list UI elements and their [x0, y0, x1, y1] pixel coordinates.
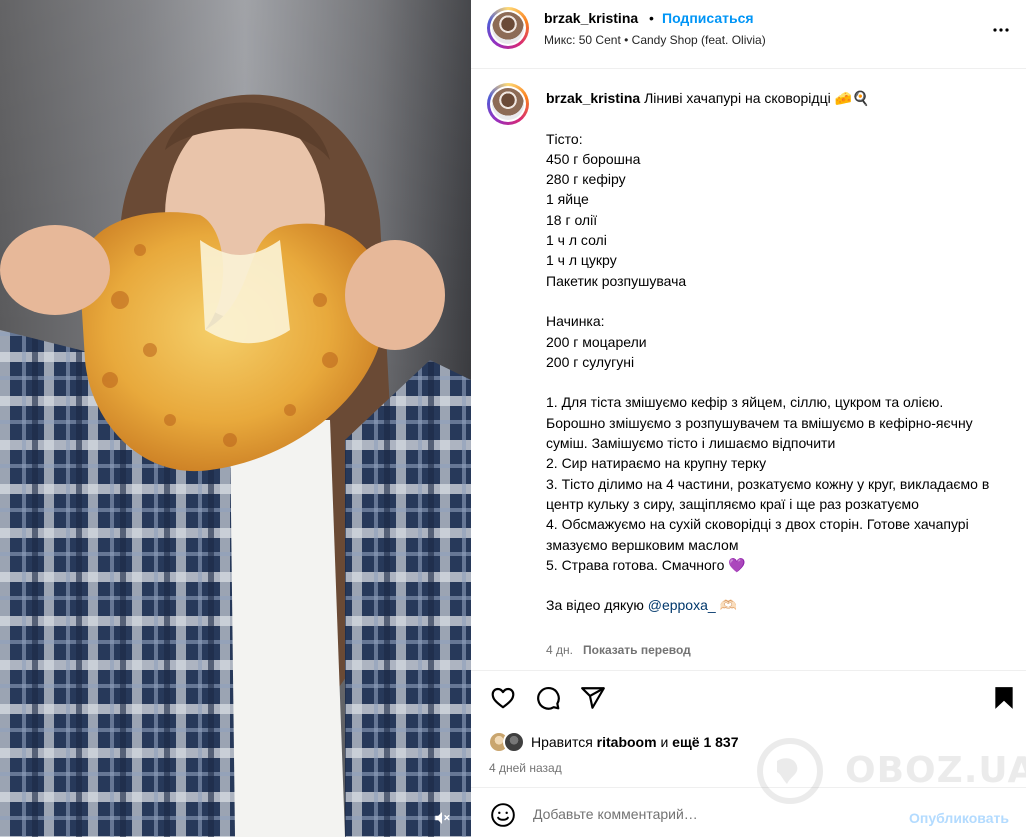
caption-line: 450 г борошна	[546, 150, 641, 167]
author-avatar[interactable]	[487, 7, 529, 49]
caption-meta: 4 дн. Показать перевод	[546, 643, 691, 657]
caption-line	[546, 372, 1006, 392]
video-frame-illustration	[0, 94, 471, 837]
caption-line	[546, 291, 1006, 311]
caption-line: Тісто:	[546, 130, 583, 147]
likes-text: Нравится ritaboom и ещё 1 837	[531, 734, 739, 750]
audio-track-link[interactable]: Микс: 50 Cent • Candy Shop (feat. Olivia…	[544, 33, 766, 47]
caption-line: 200 г сулугуні	[546, 353, 635, 370]
caption-line: 200 г моцарели	[546, 333, 647, 350]
like-button[interactable]	[490, 685, 518, 713]
caption-line: 1 ч л солі	[546, 232, 607, 249]
emoji-picker-button[interactable]	[490, 802, 516, 828]
speaker-muted-icon	[435, 812, 450, 824]
post-caption: brzak_kristina Ліниві хачапурі на сковор…	[471, 69, 1026, 670]
publish-button[interactable]: Опубликовать	[909, 810, 1009, 826]
caption-author-avatar[interactable]	[487, 83, 529, 125]
heart-icon	[491, 687, 515, 709]
caption-line	[546, 108, 1006, 128]
author-username[interactable]: brzak_kristina	[544, 10, 638, 26]
caption-line: Начинка:	[546, 313, 605, 330]
smiley-icon	[491, 803, 515, 827]
paper-plane-icon	[581, 687, 605, 709]
caption-line: 3. Тісто ділимо на 4 частини, розкатуємо…	[546, 475, 994, 512]
caption-line: 1 яйце	[546, 191, 589, 208]
caption-line: 18 г олії	[546, 211, 598, 228]
comment-bubble-icon	[537, 687, 560, 710]
liker-avatar[interactable]	[503, 731, 525, 753]
caption-title: Ліниві хачапурі на сковорідці 🧀🍳	[644, 90, 870, 106]
mute-button[interactable]	[428, 806, 456, 830]
caption-line	[546, 575, 1006, 595]
post-video[interactable]	[0, 0, 471, 837]
share-button[interactable]	[580, 685, 608, 713]
post-header: brzak_kristina • Подписаться Микс: 50 Ce…	[471, 0, 1026, 69]
caption-age: 4 дн.	[546, 643, 573, 657]
ellipsis-icon	[993, 28, 1009, 32]
more-options-button[interactable]	[989, 18, 1013, 42]
caption-line: 1. Для тіста змішуємо кефір з яйцем, сіл…	[546, 394, 977, 452]
separator-dot: •	[649, 10, 654, 26]
bookmark-icon	[995, 687, 1013, 709]
save-button[interactable]	[991, 685, 1019, 713]
mention-link[interactable]: @eppoxa_	[648, 597, 716, 613]
caption-author-username[interactable]: brzak_kristina	[546, 90, 640, 106]
thanks-text: За відео дякую	[546, 597, 648, 614]
add-comment-bar: Опубликовать	[471, 787, 1026, 837]
likes-count[interactable]: ещё 1 837	[672, 734, 738, 750]
likes-summary: Нравится ritaboom и ещё 1 837	[488, 731, 738, 753]
post-timestamp: 4 дней назад	[489, 761, 562, 775]
caption-text: brzak_kristina Ліниві хачапурі на сковор…	[546, 88, 1006, 616]
caption-line: 4. Обсмажуємо на сухій сковорідці з двох…	[546, 516, 973, 553]
comment-button[interactable]	[535, 685, 563, 713]
follow-button[interactable]: Подписаться	[662, 10, 754, 26]
post-details-panel: brzak_kristina • Подписаться Микс: 50 Ce…	[471, 0, 1026, 837]
caption-line: 280 г кефіру	[546, 171, 626, 188]
post-actions: Нравится ritaboom и ещё 1 837 4 дней наз…	[471, 670, 1026, 787]
caption-line: Пакетик розпушувача	[546, 272, 687, 289]
caption-line: 5. Страва готова. Смачного 💜	[546, 556, 746, 573]
caption-line: 2. Сир натираємо на крупну терку	[546, 455, 767, 472]
comment-input[interactable]	[533, 802, 903, 826]
caption-line: 1 ч л цукру	[546, 252, 617, 269]
show-translation-button[interactable]: Показать перевод	[583, 643, 691, 657]
liker-username[interactable]: ritaboom	[597, 734, 657, 750]
thanks-emoji: 🫶🏻	[715, 597, 737, 614]
